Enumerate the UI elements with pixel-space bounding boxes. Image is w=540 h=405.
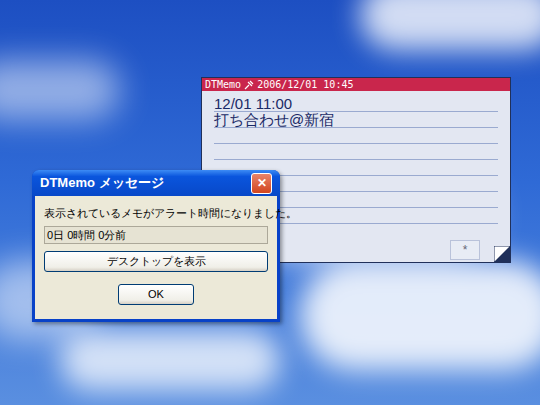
memo-title-bar[interactable]: DTMemo 2006/12/01 10:45 xyxy=(202,78,510,91)
pin-icon xyxy=(244,80,254,90)
memo-line xyxy=(214,128,498,144)
cloud xyxy=(60,330,280,390)
countdown-field: 0日 0時間 0分前 xyxy=(44,226,268,244)
dialog-window[interactable]: DTMemo メッセージ ✕ 表示されているメモがアラート時間になりました。 0… xyxy=(32,170,280,322)
dialog-message: 表示されているメモがアラート時間になりました。 xyxy=(44,206,268,220)
memo-footer-button[interactable]: * xyxy=(450,240,480,260)
dialog-title-bar[interactable]: DTMemo メッセージ ✕ xyxy=(32,170,280,196)
cloud xyxy=(300,260,540,370)
cloud xyxy=(0,60,120,120)
desktop: DTMemo 2006/12/01 10:45 12/01 11:00打ち合わせ… xyxy=(0,0,540,405)
memo-timestamp: 2006/12/01 10:45 xyxy=(257,78,353,91)
ok-button[interactable]: OK xyxy=(118,284,194,305)
memo-line: 打ち合わせ@新宿 xyxy=(214,112,498,128)
cloud xyxy=(360,0,540,50)
memo-line xyxy=(214,144,498,160)
close-button[interactable]: ✕ xyxy=(251,173,272,194)
resize-icon[interactable] xyxy=(494,246,510,262)
memo-line: 12/01 11:00 xyxy=(214,96,498,112)
dialog-title: DTMemo メッセージ xyxy=(40,173,164,193)
dialog-body: 表示されているメモがアラート時間になりました。 0日 0時間 0分前 デスクトッ… xyxy=(35,196,277,319)
show-desktop-button[interactable]: デスクトップを表示 xyxy=(44,251,268,272)
memo-title: DTMemo xyxy=(205,78,241,91)
